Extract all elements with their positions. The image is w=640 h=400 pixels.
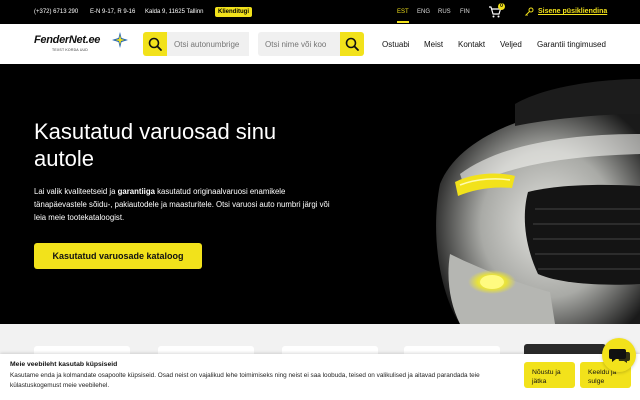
hero-description: Lai valik kvaliteetseid ja garantiiga ka… <box>34 185 334 224</box>
nav-veljed[interactable]: Veljed <box>500 40 522 49</box>
loyalty-login-link[interactable]: Sisene püsikliendina <box>538 8 607 15</box>
lang-fin[interactable]: FIN <box>460 9 470 15</box>
hero-section: Kasutatud varuosad sinu autole Lai valik… <box>0 64 640 324</box>
lang-rus[interactable]: RUS <box>438 9 451 15</box>
cookie-text: Kasutame enda ja kolmandate osapoolte kü… <box>10 372 480 389</box>
hero-description-text: Lai valik kvaliteetseid ja <box>34 187 118 196</box>
main-header: FenderNet.ee TEXST KORDA UUD Ostuabi Mei… <box>0 24 640 64</box>
chat-button[interactable] <box>602 338 636 372</box>
support-badge[interactable]: Klienditugi <box>215 7 252 17</box>
lang-est[interactable]: EST <box>397 9 409 23</box>
cart-count-badge: 0 <box>498 3 505 10</box>
nav-garantii[interactable]: Garantii tingimused <box>537 40 606 49</box>
search-icon <box>148 37 162 51</box>
chat-icon <box>609 349 630 363</box>
name-search <box>258 32 364 56</box>
car-image <box>436 79 640 324</box>
name-search-input[interactable] <box>258 32 340 56</box>
hero-title: Kasutatud varuosad sinu autole <box>34 119 277 171</box>
cookie-banner: Meie veebileht kasutab küpsiseid Kasutam… <box>0 354 640 400</box>
key-icon <box>525 7 534 16</box>
nav-ostuabi[interactable]: Ostuabi <box>382 40 410 49</box>
name-search-button[interactable] <box>340 32 364 56</box>
hero-description-bold: garantiiga <box>117 187 155 196</box>
opening-hours: E-N 9-17, R 9-16 <box>90 9 136 15</box>
top-bar: (+372) 6713 290 E-N 9-17, R 9-16 Kalda 9… <box>0 0 640 24</box>
lang-eng[interactable]: ENG <box>417 9 430 15</box>
address: Kalda 9, 11625 Tallinn <box>145 9 204 15</box>
plate-search-input[interactable] <box>167 32 249 56</box>
cookie-title: Meie veebileht kasutab küpsiseid <box>10 361 118 368</box>
logo[interactable]: FenderNet.ee TEXST KORDA UUD <box>34 32 134 58</box>
search-icon <box>345 37 359 51</box>
plate-search-button[interactable] <box>143 32 167 56</box>
catalog-cta-button[interactable]: Kasutatud varuosade kataloog <box>34 243 202 269</box>
logo-star-icon <box>112 32 128 48</box>
logo-text: FenderNet.ee <box>34 34 101 46</box>
nav-meist[interactable]: Meist <box>424 40 443 49</box>
cookie-accept-button[interactable]: Nõustu ja jätka <box>524 362 575 388</box>
logo-tagline: TEXST KORDA UUD <box>52 48 88 52</box>
phone-number[interactable]: (+372) 6713 290 <box>34 9 78 15</box>
nav-kontakt[interactable]: Kontakt <box>458 40 485 49</box>
plate-search <box>143 32 249 56</box>
